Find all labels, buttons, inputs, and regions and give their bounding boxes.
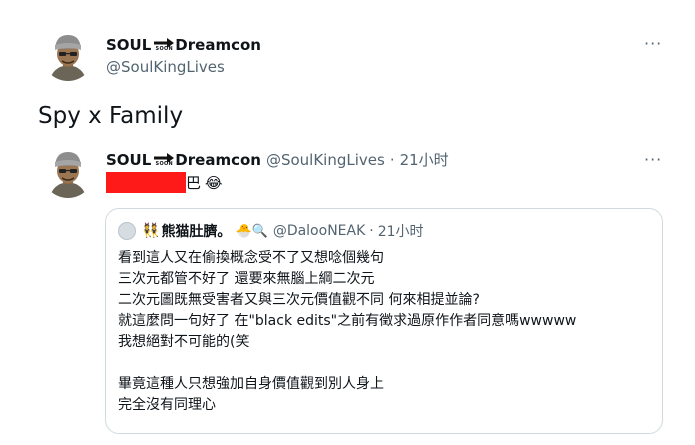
quoted-text-line: 二次元圖既無受害者又與三次元價值觀不同 何來相提並論? [118,292,480,308]
reply-handle[interactable]: @SoulKingLives [266,151,385,169]
quoted-text-line: 畢竟這種人只想強加自身價值觀到別人身上 [118,376,384,392]
quoted-text-line: 完全沒有同理心 [118,397,216,413]
quoted-text-line: 我想絕對不可能的(笑 [118,334,250,350]
reply-display-name-suffix[interactable]: Dreamcon [175,151,261,169]
redaction-block [106,172,186,193]
quoted-avatar[interactable] [118,222,136,240]
display-name-suffix[interactable]: Dreamcon [175,36,261,54]
reply-display-name[interactable]: SOUL [106,151,151,169]
reply-text: 巴 😂 [106,172,223,193]
more-options-icon[interactable]: ··· [644,34,662,53]
separator-dot: · [389,150,395,169]
soon-label: SOON [155,46,174,52]
chick-magnifier-emoji-icon: 🐣🔍 [235,223,268,239]
reply-text-suffix: 巴 [186,174,202,192]
quoted-tweet-text: 看到這人又在偷換概念受不了又想唸個幾句 三次元都管不好了 還要來無腦上綱二次元 … [118,248,658,416]
quoted-handle[interactable]: @DalooNEAK [273,223,365,239]
quoted-text-line: 就這麼問一句好了 在"black edits"之前有徵求過原作作者同意嗎wwww… [118,313,577,329]
quoted-text-line [118,353,658,374]
quoted-text-line: 看到這人又在偷換概念受不了又想唸個幾句 [118,250,384,266]
soon-arrow-icon: SOON [154,38,175,52]
avatar-image [42,146,94,198]
quoted-tweet-header: 👯 熊猫肚臍。 🐣🔍 @DalooNEAK · 21小时 [118,221,424,241]
tweet-text: Spy x Family [38,103,184,129]
author-handle-row[interactable]: @SoulKingLives [106,58,225,76]
reply-avatar[interactable] [42,146,94,198]
soon-arrow-icon: SOON [154,152,175,167]
author-handle[interactable]: @SoulKingLives [106,58,225,76]
reply-header: SOUL SOON Dreamcon @SoulKingLives · 21小时 [106,149,449,170]
quoted-timestamp[interactable]: 21小时 [378,221,424,241]
quoted-tweet-card[interactable]: 👯 熊猫肚臍。 🐣🔍 @DalooNEAK · 21小时 看到這人又在偷換概念受… [105,208,663,434]
laughing-tears-emoji-icon: 😂 [205,173,223,192]
quoted-display-name[interactable]: 熊猫肚臍。 [161,221,231,241]
more-options-icon[interactable]: ··· [644,150,662,169]
reply-timestamp[interactable]: 21小时 [400,149,449,170]
soon-label: SOON [155,160,174,167]
avatar[interactable] [42,29,94,81]
author-name-row[interactable]: SOUL SOON Dreamcon [106,36,261,54]
dancers-emoji-icon: 👯 [142,223,160,239]
quoted-text-line: 三次元都管不好了 還要來無腦上綱二次元 [118,271,375,287]
separator-dot: · [369,223,374,239]
avatar-image [42,29,94,81]
display-name[interactable]: SOUL [106,36,151,54]
